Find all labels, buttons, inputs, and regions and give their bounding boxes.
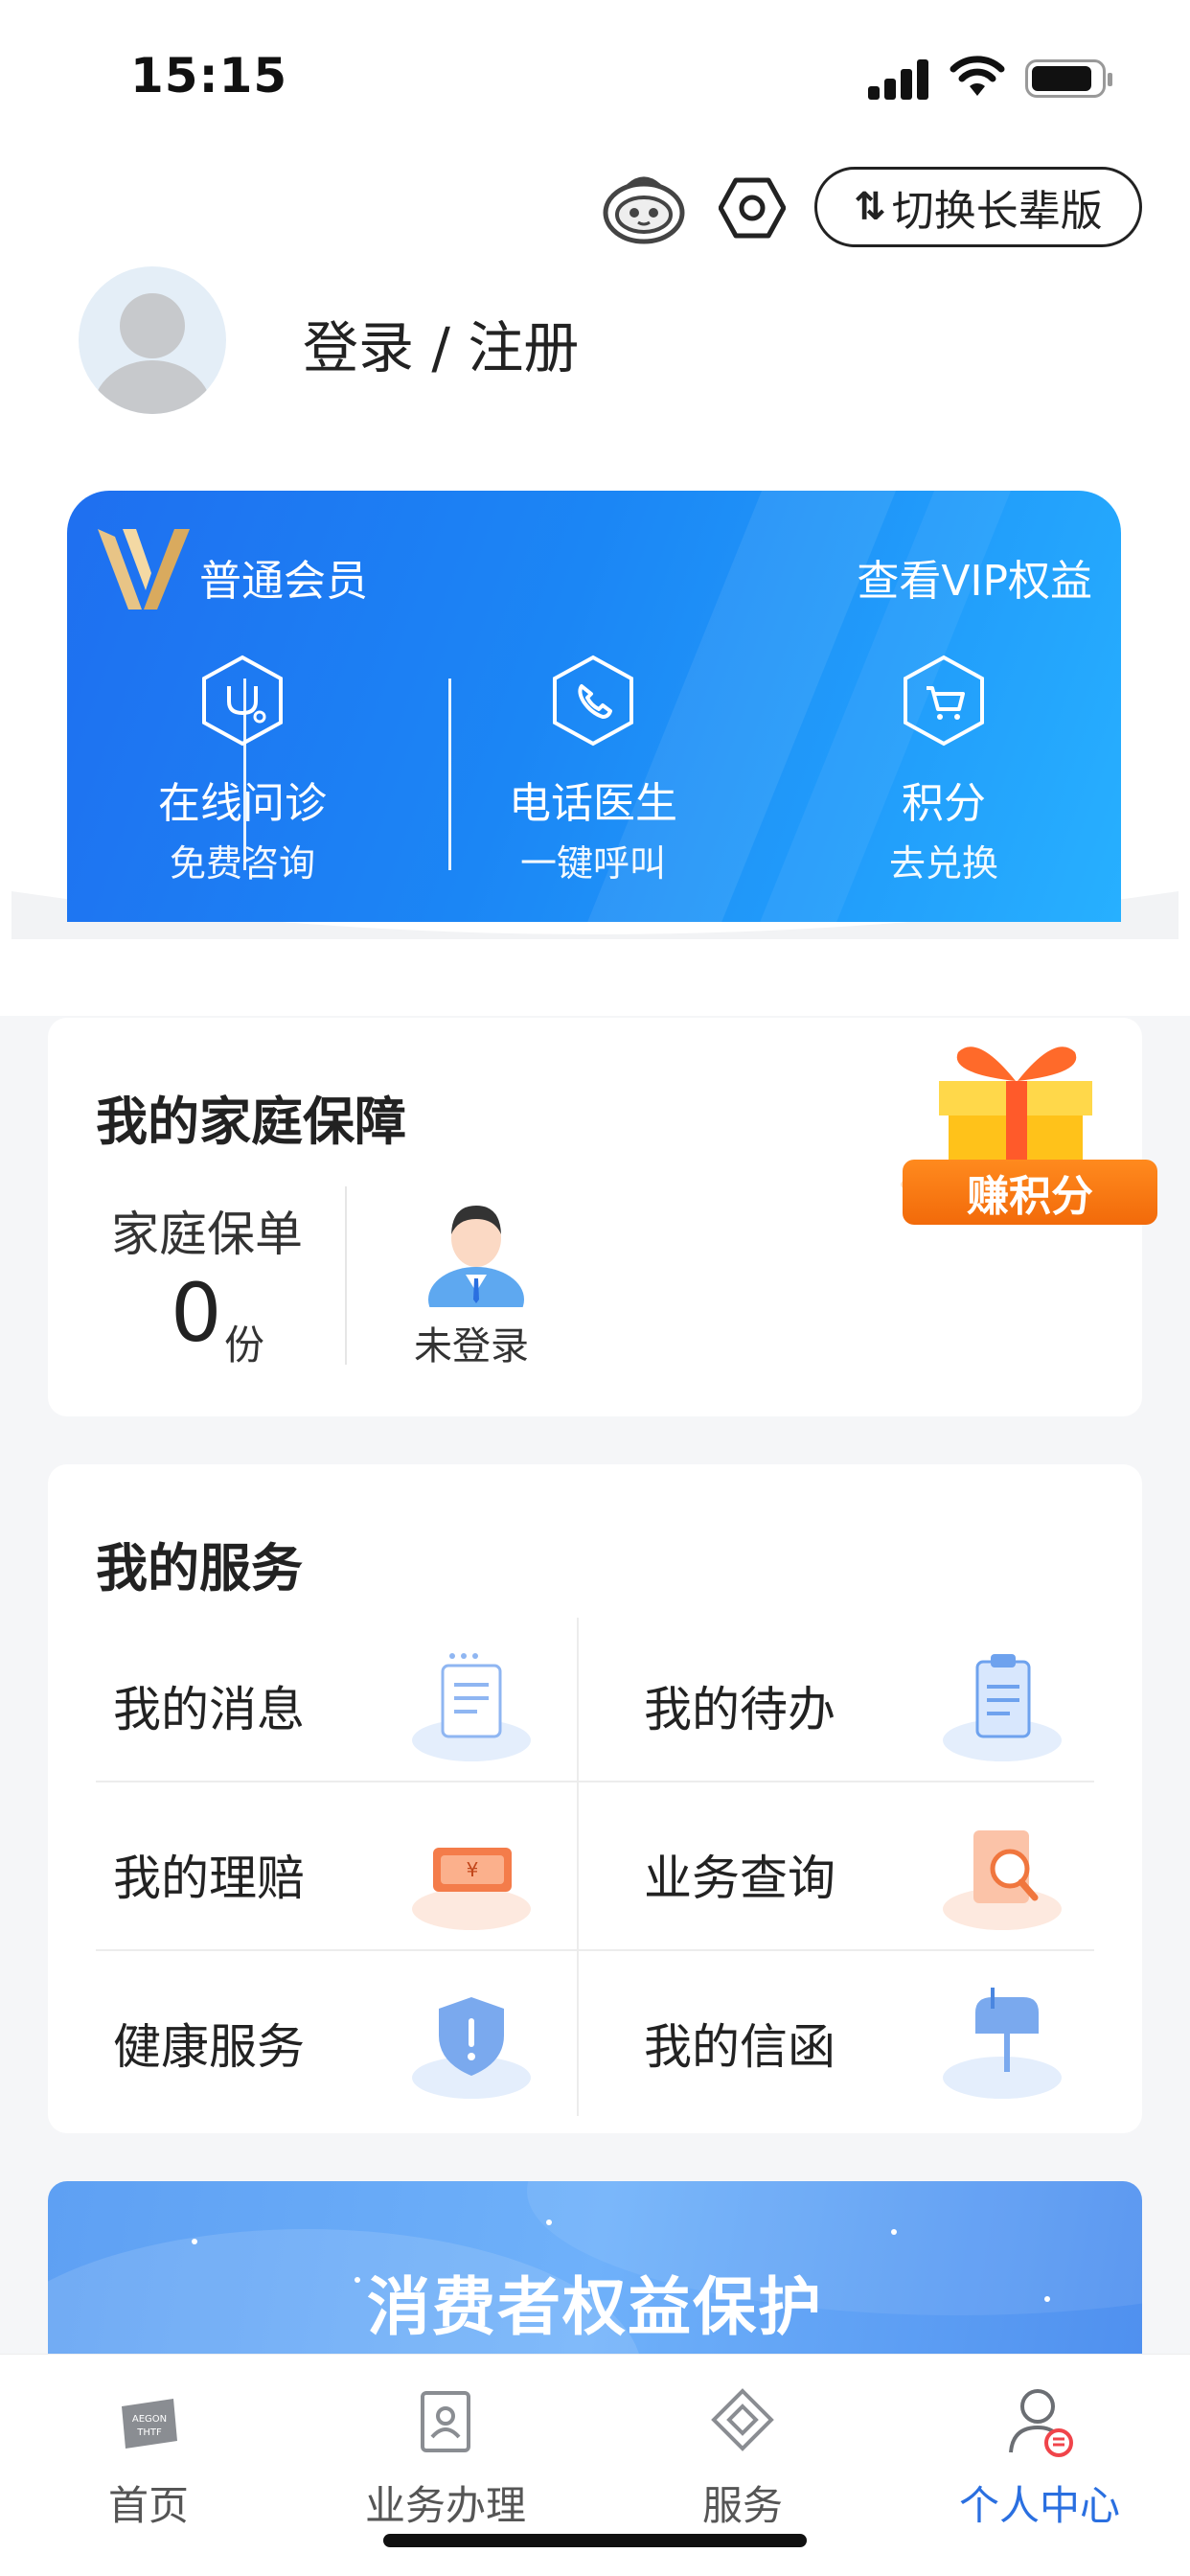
vip-level: 普通会员 — [199, 557, 368, 606]
login-register-link[interactable]: 登录 / 注册 — [303, 303, 579, 383]
claim-ticket-icon: ¥ — [412, 1848, 531, 1930]
service-item-label: 业务查询 — [644, 1851, 835, 1906]
status-time: 15:15 — [130, 48, 288, 104]
divider — [96, 1949, 1094, 1951]
svg-text:AEGON: AEGON — [132, 2414, 167, 2425]
robot-assistant-icon[interactable] — [600, 169, 688, 245]
tab-label: 个人中心 — [958, 2482, 1120, 2529]
divider — [243, 678, 246, 870]
vip-item-sub: 一键呼叫 — [519, 842, 666, 885]
divider — [577, 1618, 579, 2116]
tab-personal-center[interactable]: 个人中心 — [891, 2383, 1188, 2532]
family-protection-title: 我的家庭保障 — [96, 1092, 406, 1152]
status-bar: 15:15 — [0, 0, 1190, 153]
vip-item-sub: 免费咨询 — [169, 842, 315, 885]
service-item-label: 我的消息 — [113, 1682, 305, 1737]
member-avatar-icon[interactable] — [423, 1186, 529, 1307]
service-item-label: 健康服务 — [113, 2019, 305, 2075]
earn-points-button[interactable]: 赚积分 — [903, 1160, 1157, 1225]
vip-item-points[interactable]: 积分 去兑换 — [768, 654, 1119, 886]
avatar[interactable] — [79, 266, 226, 414]
tab-home[interactable]: AEGON THTF 首页 — [0, 2383, 297, 2532]
svg-text:¥: ¥ — [467, 1858, 479, 1881]
wifi-icon — [950, 56, 1005, 96]
vip-item-online-consult[interactable]: 在线问诊 免费咨询 — [67, 654, 418, 886]
message-doc-icon — [412, 1653, 531, 1761]
member-status-label: 未登录 — [414, 1324, 529, 1368]
vip-logo-icon — [98, 529, 190, 610]
tab-label: 服务 — [701, 2482, 783, 2529]
search-doc-icon — [943, 1830, 1062, 1930]
family-policy-unit: 份 — [224, 1322, 265, 1368]
tab-business[interactable]: 业务办理 — [297, 2383, 594, 2532]
family-policy-count[interactable]: 0 — [171, 1273, 221, 1353]
tab-label: 首页 — [107, 2482, 189, 2529]
battery-icon — [1025, 59, 1112, 98]
service-item-business-query[interactable]: 业务查询 — [579, 1786, 1108, 1955]
service-item-label: 我的待办 — [644, 1682, 835, 1737]
vip-card: 普通会员 查看VIP权益 在线问诊 免费咨询 电话医生 一键呼叫 积分 去兑换 — [67, 491, 1121, 922]
elder-mode-label: 切换长辈版 — [891, 187, 1103, 236]
clipboard-icon — [943, 1654, 1062, 1761]
tab-service[interactable]: 服务 — [594, 2383, 891, 2532]
service-item-letters[interactable]: 我的信函 — [579, 1955, 1108, 2124]
tab-label: 业务办理 — [364, 2482, 526, 2529]
my-services-title: 我的服务 — [96, 1538, 303, 1598]
service-item-messages[interactable]: 我的消息 — [48, 1618, 577, 1786]
svg-text:THTF: THTF — [136, 2427, 162, 2438]
service-item-todo[interactable]: 我的待办 — [579, 1618, 1108, 1786]
vip-item-phone-doctor[interactable]: 电话医生 一键呼叫 — [418, 654, 768, 886]
home-indicator — [383, 2534, 807, 2547]
cart-icon — [904, 655, 984, 747]
swap-arrows-icon: ⇅ — [854, 185, 886, 229]
vip-item-title: 积分 — [902, 779, 986, 828]
divider — [96, 1781, 1094, 1782]
elder-mode-button[interactable]: ⇅ 切换长辈版 — [814, 167, 1142, 247]
mailbox-icon — [943, 1988, 1062, 2099]
service-item-health[interactable]: 健康服务 — [48, 1955, 577, 2124]
default-avatar-icon — [93, 293, 212, 414]
family-policy-label: 家庭保单 — [111, 1207, 303, 1262]
signal-icon — [868, 58, 929, 100]
home-logo-icon: AEGON THTF — [122, 2399, 177, 2449]
service-item-label: 我的信函 — [644, 2019, 835, 2075]
shield-icon — [412, 1997, 531, 2099]
phone-icon — [553, 655, 633, 747]
divider — [448, 678, 451, 870]
service-item-label: 我的理赔 — [113, 1851, 305, 1906]
vip-item-sub: 去兑换 — [888, 842, 998, 885]
view-vip-benefits-link[interactable]: 查看VIP权益 — [857, 546, 1092, 608]
stethoscope-icon — [202, 655, 283, 747]
banner-title: 消费者权益保护 — [367, 2270, 823, 2344]
service-icon — [711, 2388, 774, 2451]
person-icon — [1009, 2389, 1073, 2457]
service-item-claims[interactable]: 我的理赔 ¥ — [48, 1786, 577, 1955]
vip-item-title: 在线问诊 — [158, 779, 327, 828]
settings-icon[interactable] — [719, 176, 786, 240]
business-icon — [421, 2391, 470, 2452]
consumer-protection-banner[interactable]: 消费者权益保护 — [48, 2181, 1142, 2373]
vip-item-title: 电话医生 — [509, 779, 677, 828]
divider — [345, 1186, 347, 1365]
my-services-card: 我的服务 我的消息 我的待办 我的理赔 ¥ 业务查询 健康服务 我的信函 — [48, 1464, 1142, 2133]
